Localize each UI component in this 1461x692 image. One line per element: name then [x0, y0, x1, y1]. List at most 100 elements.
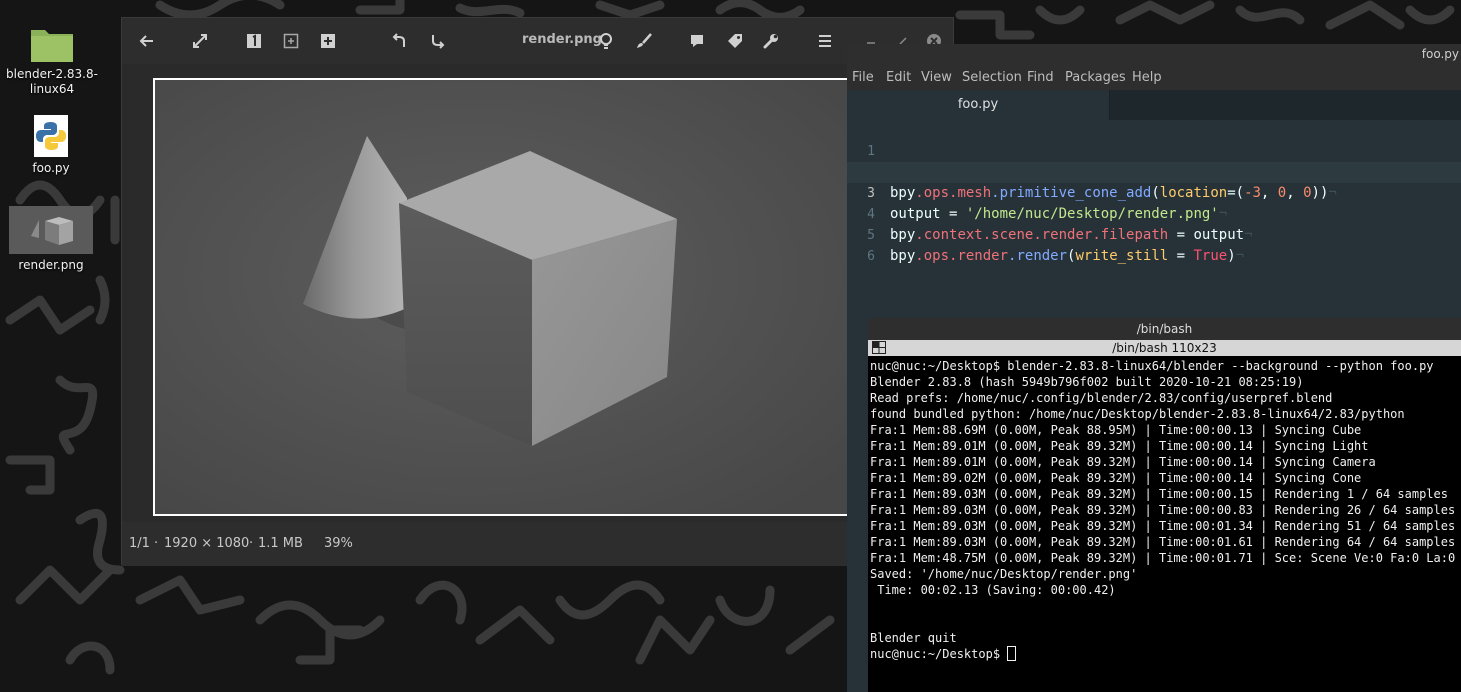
tab-foo-py[interactable]: foo.py [847, 90, 1110, 120]
terminal-prompt-line[interactable]: nuc@nuc:~/Desktop$ [870, 646, 1460, 662]
terminal-line: Fra:1 Mem:89.02M (0.00M, Peak 89.32M) | … [870, 471, 1362, 485]
rotate-right-icon [432, 35, 445, 49]
terminal-line: Fra:1 Mem:89.03M (0.00M, Peak 89.32M) | … [870, 487, 1448, 501]
code-token: .render [949, 248, 1009, 264]
terminal-line: Fra:1 Mem:89.01M (0.00M, Peak 89.32M) | … [870, 439, 1369, 453]
terminal-window: /bin/bash /bin/bash 110x23 nuc@nuc:~/Des… [868, 318, 1461, 692]
menu-edit[interactable]: Edit [886, 70, 911, 85]
desktop-icon-label: linux64 [29, 82, 75, 96]
code-token: .render [1008, 248, 1068, 264]
terminal-prompt: nuc@nuc:~/Desktop$ [870, 647, 1008, 661]
menu-button[interactable] [814, 30, 836, 52]
terminal-line: Fra:1 Mem:89.03M (0.00M, Peak 89.32M) | … [870, 519, 1456, 533]
render-thumbnail-icon [9, 206, 93, 254]
fullscreen-button[interactable] [189, 30, 211, 52]
rendered-image [153, 78, 857, 516]
tag-icon [728, 34, 742, 48]
desktop-icon-label: render.png [18, 258, 84, 272]
comment-button[interactable] [686, 30, 708, 52]
rotate-right-button[interactable] [427, 30, 449, 52]
folder-icon [31, 30, 73, 62]
status-separator: · [154, 536, 159, 551]
terminal-line: Fra:1 Mem:89.03M (0.00M, Peak 89.32M) | … [870, 503, 1456, 517]
python-file-icon [34, 115, 68, 157]
desktop-icon-render-png[interactable]: render.png [1, 206, 101, 273]
line-number: 6 [867, 249, 875, 264]
terminal-line: nuc@nuc:~/Desktop$ blender-2.83.8-linux6… [870, 359, 1434, 373]
zoom-in-button[interactable] [317, 30, 339, 52]
tag-button[interactable] [724, 30, 746, 52]
zoom-in-icon [321, 34, 335, 48]
image-filesize: 1.1 MB [258, 536, 303, 551]
desktop-icon-label: blender-2.83.8- [6, 67, 98, 81]
code-area[interactable]: 1 import bpy¬ 2 bpy.ops.mesh.primitive_c… [847, 120, 1461, 320]
code-token: .ops [915, 248, 950, 264]
code-line: 1 import bpy¬ [847, 120, 1461, 180]
editor-menubar: File Edit View Selection Find Packages H… [847, 66, 1461, 90]
code-line: 6 [847, 225, 1461, 264]
image-position: 1/1 [129, 536, 150, 551]
code-line: 2 bpy.ops.mesh.primitive_cone_add(locati… [847, 141, 1461, 201]
fit-button[interactable] [280, 30, 302, 52]
fullscreen-icon [193, 34, 207, 48]
terminal-title: /bin/bash [868, 318, 1461, 340]
back-button[interactable] [136, 30, 158, 52]
brush-icon [637, 33, 652, 48]
terminal-line: Saved: '/home/nuc/Desktop/render.png' [870, 567, 1138, 581]
menu-selection[interactable]: Selection [962, 70, 1022, 85]
one-to-one-icon [247, 34, 261, 48]
zoom-level[interactable]: 39% [324, 536, 353, 551]
terminal-size: /bin/bash 110x23 [1112, 341, 1217, 355]
terminal-line: Fra:1 Mem:88.69M (0.00M, Peak 88.95M) | … [870, 423, 1362, 437]
terminal-line: Fra:1 Mem:89.01M (0.00M, Peak 89.32M) | … [870, 455, 1376, 469]
editor-window-title: foo.py [1421, 47, 1459, 61]
terminal-line: Time: 00:02.13 (Saving: 00:00.42) [870, 583, 1116, 597]
image-dimensions: 1920 × 1080 [164, 536, 250, 551]
desktop-icon-foo-py[interactable]: foo.py [1, 114, 101, 176]
menu-file[interactable]: File [852, 70, 874, 85]
image-viewer-window: render.png 1/1 · 1920 × 1080 · 1.1 MB 39… [121, 17, 954, 566]
terminal-output[interactable]: nuc@nuc:~/Desktop$ blender-2.83.8-linux6… [870, 358, 1460, 662]
bulb-icon [600, 33, 612, 49]
eol-mark: ¬ [1235, 248, 1245, 264]
adjust-button[interactable] [595, 30, 617, 52]
menu-help[interactable]: Help [1132, 70, 1162, 85]
edit-button[interactable] [633, 30, 655, 52]
viewer-toolbar: render.png [122, 18, 953, 64]
terminal-line: Blender 2.83.8 (hash 5949b796f002 built … [870, 375, 1304, 389]
actual-size-button[interactable] [243, 30, 265, 52]
terminal-line: Blender quit [870, 631, 957, 645]
code-line: 4 bpy.context.scene.render.filepath = ou… [847, 183, 1461, 243]
viewer-statusbar: 1/1 · 1920 × 1080 · 1.1 MB 39% [122, 522, 953, 566]
text-cursor [1007, 646, 1017, 661]
desktop-icon-blender-folder[interactable]: blender-2.83.8- linux64 [2, 24, 102, 97]
status-separator: · [249, 536, 254, 551]
terminal-line: found bundled python: /home/nuc/Desktop/… [870, 407, 1405, 421]
code-token: = [1168, 248, 1194, 264]
code-line: 5 bpy.ops.render.render(write_still = Tr… [847, 204, 1461, 264]
rotate-left-icon [392, 33, 405, 47]
menu-find[interactable]: Find [1027, 70, 1054, 85]
image-thumbnail [9, 206, 93, 254]
rotate-left-button[interactable] [388, 30, 410, 52]
code-token: True [1193, 248, 1228, 264]
viewer-canvas[interactable] [122, 64, 953, 522]
split-icon[interactable] [872, 341, 886, 354]
settings-button[interactable] [760, 30, 782, 52]
menu-view[interactable]: View [921, 70, 952, 85]
menu-packages[interactable]: Packages [1065, 70, 1126, 85]
menu-icon [819, 35, 831, 47]
editor-titlebar: foo.py [847, 44, 1461, 66]
terminal-line: Fra:1 Mem:89.03M (0.00M, Peak 89.32M) | … [870, 535, 1456, 549]
terminal-subtitle-bar: /bin/bash 110x23 [868, 340, 1461, 356]
code-token: ) [1227, 248, 1236, 264]
terminal-line: Fra:1 Mem:48.75M (0.00M, Peak 89.32M) | … [870, 551, 1456, 565]
desktop-icon-label: foo.py [32, 161, 70, 175]
fit-icon [283, 33, 299, 49]
wrench-icon [763, 34, 778, 49]
render-scene-image [155, 80, 855, 514]
editor-tabbar: foo.py [847, 90, 1461, 120]
terminal-line: Read prefs: /home/nuc/.config/blender/2.… [870, 391, 1333, 405]
